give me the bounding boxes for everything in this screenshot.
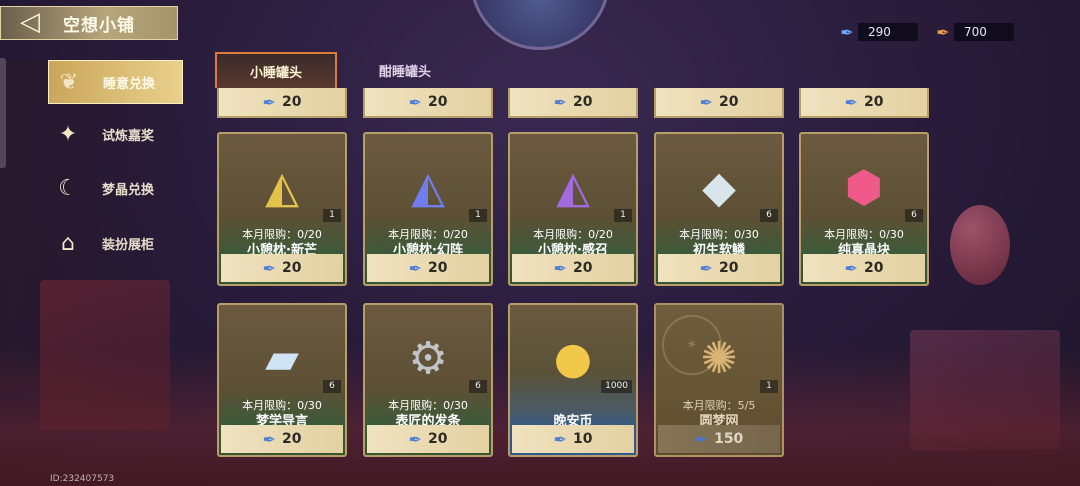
- shop-item-card[interactable]: ● 1000 晚安币 ✒ 10: [508, 303, 638, 457]
- blue-feather-icon: ✒: [844, 92, 858, 112]
- edge-handle[interactable]: [0, 58, 6, 168]
- blue-feather-icon: ✒: [840, 22, 854, 42]
- item-quantity: 1: [760, 380, 778, 393]
- shop-item-card[interactable]: ◭ 1 本月限购：0/20 小憩枕·感召 ✒ 20: [508, 132, 638, 286]
- price-value: 20: [572, 260, 593, 276]
- sidebar-item-crystal-exchange[interactable]: ☾ 梦晶兑换: [48, 166, 183, 210]
- item-quantity: 1: [323, 209, 341, 222]
- price-button[interactable]: ✒ 20: [654, 88, 784, 118]
- price-button[interactable]: ✒ 20: [367, 254, 489, 282]
- blue-feather-icon: ✒: [408, 258, 422, 278]
- blue-feather-icon: ✒: [553, 92, 567, 112]
- item-quantity: 6: [905, 209, 923, 222]
- currency-feather-blue[interactable]: ✒ 290: [836, 22, 918, 42]
- price-button[interactable]: ✒ 20: [367, 425, 489, 453]
- price-value: 20: [281, 431, 302, 447]
- sidebar-item-label: 睡意兑换: [103, 76, 156, 92]
- price-button[interactable]: ✒ 20: [221, 254, 343, 282]
- shop-item-card[interactable]: ◆ 6 本月限购：0/30 初生软鳞 ✒ 20: [654, 132, 784, 286]
- sidebar-item-trial-reward[interactable]: ✦ 试炼嘉奖: [48, 112, 183, 156]
- sidebar-item-outfit-cabinet[interactable]: ⌂ 装扮展柜: [48, 221, 183, 265]
- price-button[interactable]: ✒ 20: [221, 425, 343, 453]
- price-value: 20: [281, 94, 302, 110]
- hanger-icon: ⌂: [61, 230, 75, 256]
- price-button[interactable]: ✒ 150: [658, 425, 780, 453]
- sidebar-item-sleep-exchange[interactable]: ❦ 睡意兑换: [48, 60, 183, 104]
- sidebar-item-label: 梦晶兑换: [102, 182, 155, 198]
- blue-feather-icon: ✒: [699, 92, 713, 112]
- shop-item-card[interactable]: ◭ 1 本月限购：0/20 小憩枕·幻阵 ✒ 20: [363, 132, 493, 286]
- blue-feather-icon: ✒: [553, 258, 567, 278]
- item-quantity: 1: [469, 209, 487, 222]
- blue-feather-icon: ✒: [699, 258, 713, 278]
- price-button[interactable]: ✒ 20: [803, 254, 925, 282]
- user-id: ID:232407573: [50, 474, 115, 484]
- price-value: 20: [281, 260, 302, 276]
- sidebar-item-label: 试炼嘉奖: [102, 128, 155, 144]
- price-value: 20: [427, 94, 448, 110]
- item-quantity: 6: [760, 209, 778, 222]
- tab-nap-can[interactable]: 小睡罐头: [215, 52, 337, 88]
- currency-value: 290: [858, 23, 918, 41]
- blue-feather-icon: ✒: [262, 258, 276, 278]
- back-arrow-icon: ◁: [20, 7, 40, 37]
- price-value: 20: [863, 260, 884, 276]
- blue-feather-icon: ✒: [844, 258, 858, 278]
- blue-feather-icon: ✒: [408, 429, 422, 449]
- price-value: 20: [718, 94, 739, 110]
- price-button[interactable]: ✒ 20: [217, 88, 347, 118]
- price-button[interactable]: ✒ 20: [363, 88, 493, 118]
- price-value: 20: [427, 260, 448, 276]
- item-quantity: 6: [469, 380, 487, 393]
- tab-deep-sleep-can[interactable]: 酣睡罐头: [350, 52, 460, 88]
- feather-emblem-icon: ❦: [59, 69, 79, 95]
- currency-feather-rainbow[interactable]: ✒ 700: [932, 22, 1014, 42]
- sidebar-item-label: 装扮展柜: [102, 237, 155, 253]
- price-value: 20: [863, 94, 884, 110]
- blue-feather-icon: ✒: [262, 92, 276, 112]
- shop-item-card[interactable]: ⚙ 6 本月限购：0/30 表匠的发条 ✒ 20: [363, 303, 493, 457]
- crescent-moon-icon: ☾: [58, 175, 78, 201]
- blue-feather-icon: ✒: [694, 429, 709, 449]
- price-button[interactable]: ✒ 20: [799, 88, 929, 118]
- price-value: 20: [427, 431, 448, 447]
- blue-feather-icon: ✒: [553, 429, 567, 449]
- page-title: 空想小铺: [63, 15, 135, 36]
- price-value: 10: [572, 431, 593, 447]
- shop-item-card[interactable]: ▰ 6 本月限购：0/30 梦学导言 ✒ 20: [217, 303, 347, 457]
- stained-glass-window: [470, 0, 610, 50]
- blue-feather-icon: ✒: [408, 92, 422, 112]
- item-quantity: 6: [323, 380, 341, 393]
- price-button[interactable]: ✒ 20: [508, 88, 638, 118]
- currency-value: 700: [954, 23, 1014, 41]
- price-value: 150: [714, 431, 744, 447]
- item-quantity: 1000: [601, 380, 632, 393]
- shop-item-card[interactable]: ⬢ 6 本月限购：0/30 纯真晶块 ✒ 20: [799, 132, 929, 286]
- rainbow-feather-icon: ✒: [936, 22, 950, 42]
- tab-label: 小睡罐头: [249, 65, 302, 81]
- shop-item-card-sold-out[interactable]: ✶ ✺ 1 本月限购：5/5 圆梦网 ✒ 150: [654, 303, 784, 457]
- blue-feather-icon: ✒: [262, 429, 276, 449]
- shop-item-card[interactable]: ◭ 1 本月限购：0/20 小憩枕·新芒 ✒ 20: [217, 132, 347, 286]
- price-value: 20: [718, 260, 739, 276]
- tab-label: 酣睡罐头: [378, 64, 431, 80]
- back-button[interactable]: ◁: [10, 4, 50, 40]
- item-quantity: 1: [614, 209, 632, 222]
- price-value: 20: [572, 94, 593, 110]
- price-button[interactable]: ✒ 10: [512, 425, 634, 453]
- price-button[interactable]: ✒ 20: [658, 254, 780, 282]
- background-balloon: [950, 205, 1010, 285]
- price-button[interactable]: ✒ 20: [512, 254, 634, 282]
- trophy-icon: ✦: [58, 121, 78, 147]
